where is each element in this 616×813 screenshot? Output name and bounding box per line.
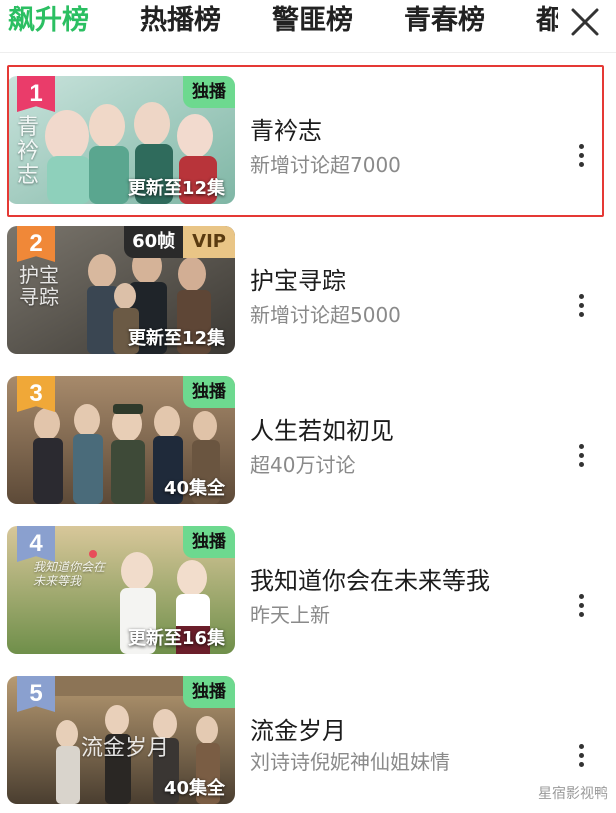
list-item[interactable]: 流金岁月 5 独播 40集全 流金岁月 刘诗诗倪妮神仙姐妹情 <box>0 676 616 813</box>
more-options-icon[interactable] <box>572 744 590 774</box>
tab-urban[interactable]: 都 <box>536 2 558 40</box>
show-title[interactable]: 流金岁月 <box>250 711 346 746</box>
exclusive-badge: 独播 <box>183 376 235 408</box>
list-item[interactable]: 3 独播 40集全 人生若如初见 超40万讨论 <box>0 376 616 516</box>
ranking-tab-bar: 飙升榜 热播榜 警匪榜 青春榜 都 <box>0 0 616 50</box>
episode-status: 40集全 <box>163 778 225 799</box>
tab-hot[interactable]: 热播榜 <box>140 2 221 40</box>
poster-thumbnail[interactable]: 我知道你会在未来等我 4 独播 更新至16集 <box>7 526 235 654</box>
exclusive-badge: 独播 <box>183 676 235 708</box>
list-item[interactable]: 我知道你会在未来等我 4 独播 更新至16集 我知道你会在未来等我 昨天上新 <box>0 526 616 666</box>
poster-thumbnail[interactable]: 流金岁月 5 独播 40集全 <box>7 676 235 804</box>
episode-status: 更新至12集 <box>127 328 225 349</box>
poster-thumbnail[interactable]: 护宝寻踪 2 60帧 VIP 更新至12集 <box>7 226 235 354</box>
close-icon[interactable] <box>567 4 603 40</box>
more-options-icon[interactable] <box>572 594 590 624</box>
show-subtitle: 刘诗诗倪妮神仙姐妹情 <box>250 750 450 774</box>
more-options-icon[interactable] <box>572 294 590 324</box>
poster-title-art: 我知道你会在未来等我 <box>33 560 106 588</box>
watermark: 星宿影视鸭 <box>538 786 608 802</box>
show-title[interactable]: 护宝寻踪 <box>250 261 346 296</box>
poster-title-art: 流金岁月 <box>81 736 170 761</box>
episode-status: 更新至16集 <box>127 628 225 649</box>
tab-crime[interactable]: 警匪榜 <box>272 2 353 40</box>
episode-status: 40集全 <box>163 478 225 499</box>
show-subtitle: 昨天上新 <box>250 603 330 627</box>
show-subtitle: 新增讨论超5000 <box>250 303 401 327</box>
vip-badge: VIP <box>183 226 235 258</box>
tab-rising[interactable]: 飙升榜 <box>8 2 89 40</box>
badge-group: 60帧 VIP <box>124 226 235 258</box>
list-item[interactable]: 护宝寻踪 2 60帧 VIP 更新至12集 护宝寻踪 新增讨论超5000 <box>0 226 616 366</box>
selection-highlight <box>7 65 604 217</box>
tab-divider <box>0 52 616 53</box>
poster-thumbnail[interactable]: 3 独播 40集全 <box>7 376 235 504</box>
fps-badge: 60帧 <box>124 226 184 258</box>
show-title[interactable]: 我知道你会在未来等我 <box>250 561 490 596</box>
exclusive-badge: 独播 <box>183 526 235 558</box>
show-title[interactable]: 人生若如初见 <box>250 411 394 446</box>
show-subtitle: 超40万讨论 <box>250 453 356 477</box>
tab-youth[interactable]: 青春榜 <box>404 2 485 40</box>
more-options-icon[interactable] <box>572 444 590 474</box>
poster-title-art: 护宝寻踪 <box>19 263 59 309</box>
